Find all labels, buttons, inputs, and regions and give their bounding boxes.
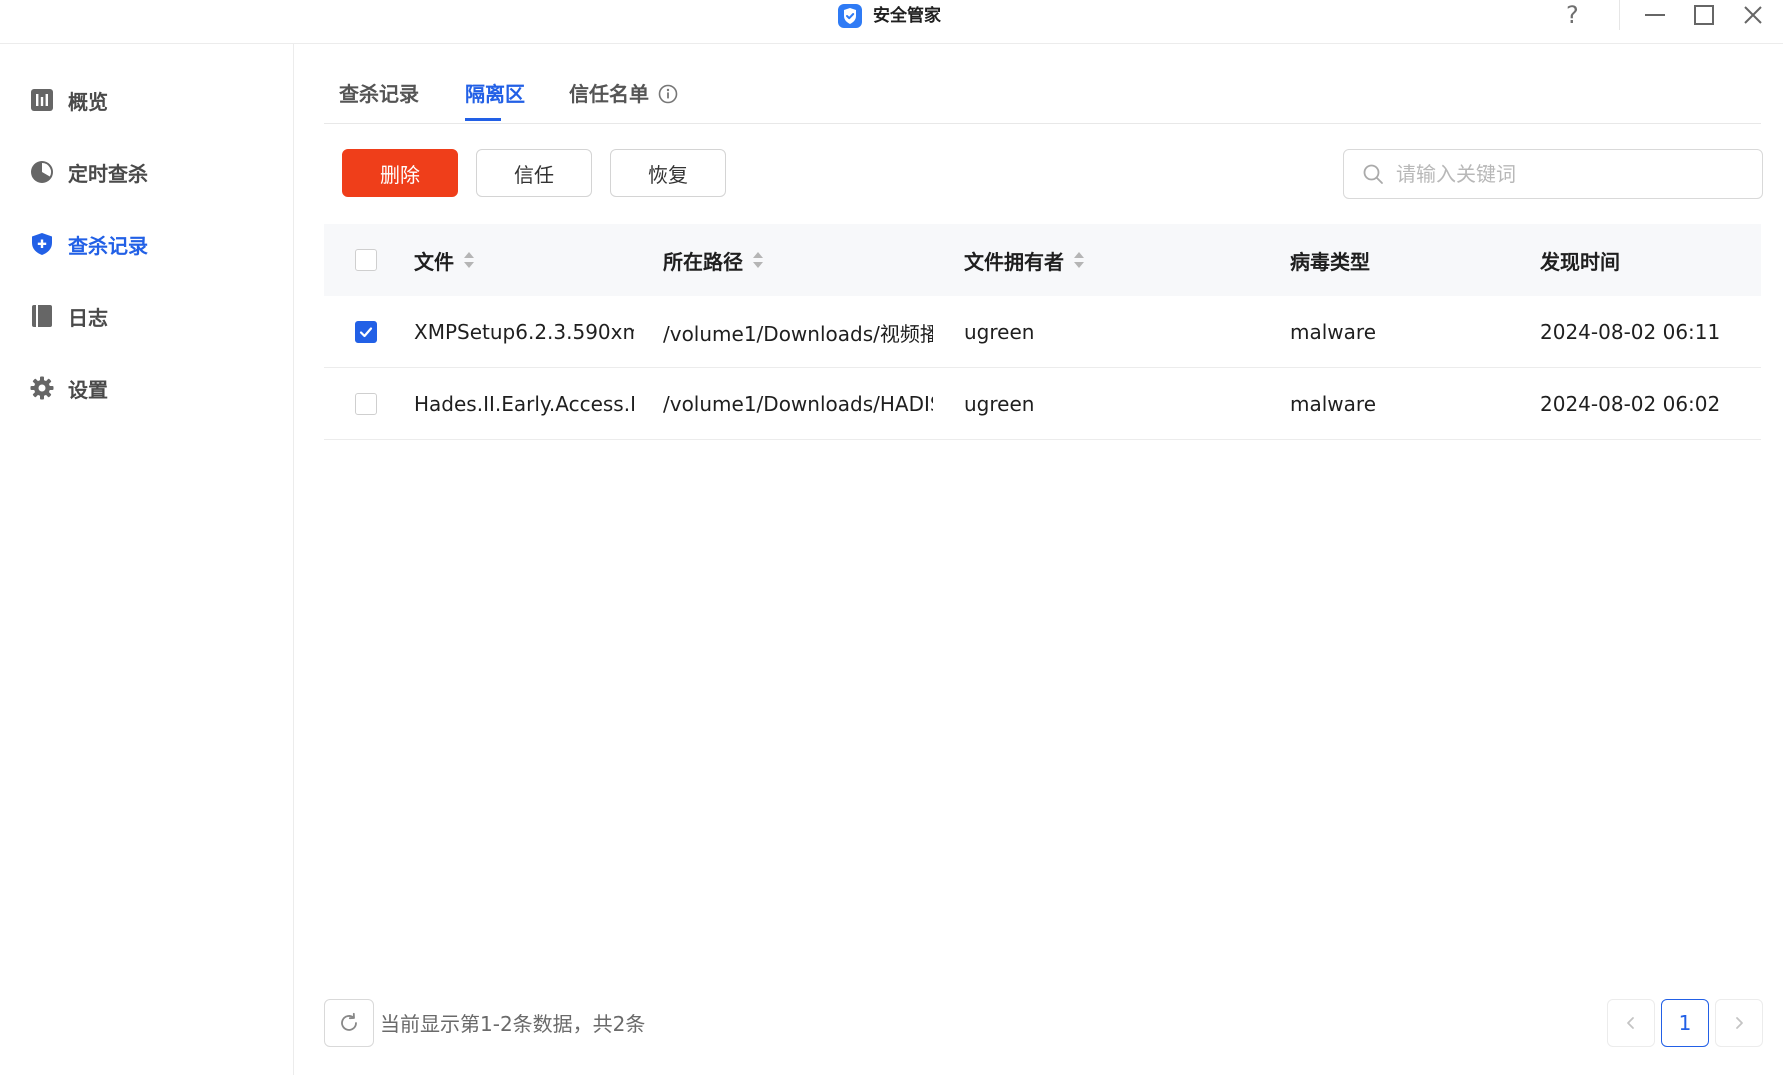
column-header-found-time: 发现时间: [1540, 249, 1620, 274]
sidebar-item-scan-records[interactable]: 查杀记录: [30, 228, 148, 260]
row-select-cell: [355, 296, 379, 368]
path-cell: /volume1/Downloads/HADIS/: [663, 392, 933, 416]
clock-pie-icon: [30, 160, 54, 184]
tab-scan-records[interactable]: 查杀记录: [339, 80, 419, 108]
virus-type-cell: malware: [1290, 320, 1376, 344]
owner-cell: ugreen: [964, 320, 1035, 344]
refresh-button[interactable]: [324, 999, 374, 1047]
book-icon: [30, 304, 54, 328]
chart-icon: [30, 88, 54, 112]
shield-plus-icon: [30, 232, 54, 256]
tab-trust-list[interactable]: 信任名单: [569, 80, 649, 108]
select-all-cell: [355, 224, 379, 296]
gear-icon: [30, 376, 54, 400]
virus-type-cell: malware: [1290, 392, 1376, 416]
info-icon[interactable]: [658, 84, 678, 104]
sidebar-item-label: 概览: [68, 89, 108, 114]
sort-icon[interactable]: [462, 249, 476, 271]
shield-check-logo-icon: [838, 4, 862, 28]
page-number-button[interactable]: 1: [1661, 999, 1709, 1047]
column-header-owner[interactable]: 文件拥有者: [964, 224, 1244, 296]
tab-quarantine[interactable]: 隔离区: [465, 80, 525, 108]
app-window: 安全管家 ? 概览 定时查杀 查杀记录 日志 设置 查杀记录 隔离区 信任名单 …: [0, 0, 1783, 1075]
sort-icon[interactable]: [1072, 249, 1086, 271]
chevron-left-icon: [1627, 1017, 1634, 1029]
sidebar-item-logs[interactable]: 日志: [30, 300, 108, 332]
sidebar-item-overview[interactable]: 概览: [30, 84, 108, 116]
window-title: 安全管家: [873, 6, 941, 26]
column-header-label: 文件: [414, 249, 454, 274]
sidebar-item-label: 查杀记录: [68, 233, 148, 258]
quarantine-table: 文件 所在路径 文件拥有者 病毒类型 发现时间 XMPSetup6.2.3.59…: [324, 224, 1761, 440]
help-icon[interactable]: ?: [1566, 0, 1579, 30]
column-header-path[interactable]: 所在路径: [663, 224, 933, 296]
file-cell: XMPSetup6.2.3.590xmp: [414, 320, 634, 344]
title-bar: 安全管家 ?: [0, 0, 1783, 44]
table-header: 文件 所在路径 文件拥有者 病毒类型 发现时间: [324, 224, 1761, 296]
select-all-checkbox[interactable]: [355, 249, 377, 271]
search-icon: [1362, 163, 1384, 185]
active-tab-indicator: [465, 118, 501, 121]
refresh-icon: [341, 1012, 357, 1031]
search-box: [1343, 149, 1763, 199]
chevron-right-icon: [1736, 1017, 1743, 1029]
sidebar-item-label: 日志: [68, 305, 108, 330]
sort-icon[interactable]: [751, 249, 765, 271]
owner-cell: ugreen: [964, 392, 1035, 416]
delete-button[interactable]: 删除: [342, 149, 458, 197]
titlebar-divider: [1619, 0, 1620, 30]
trust-button[interactable]: 信任: [476, 149, 592, 197]
sidebar: 概览 定时查杀 查杀记录 日志 设置: [0, 44, 294, 1075]
column-header-virus-type: 病毒类型: [1290, 249, 1370, 274]
found-time-cell: 2024-08-02 06:02: [1540, 392, 1721, 416]
row-checkbox[interactable]: [355, 393, 377, 415]
sidebar-item-scheduled-scan[interactable]: 定时查杀: [30, 156, 148, 188]
minimize-icon[interactable]: [1643, 3, 1667, 27]
row-select-cell: [355, 368, 379, 440]
close-icon[interactable]: [1741, 3, 1765, 27]
sidebar-item-label: 设置: [68, 377, 108, 402]
pagination-summary: 当前显示第1-2条数据，共2条: [380, 1012, 646, 1036]
maximize-icon[interactable]: [1692, 3, 1716, 27]
previous-page-button[interactable]: [1607, 999, 1655, 1047]
file-cell: Hades.II.Early.Access.F: [414, 392, 634, 416]
sidebar-item-settings[interactable]: 设置: [30, 372, 108, 404]
row-checkbox[interactable]: [355, 321, 377, 343]
column-header-label: 文件拥有者: [964, 249, 1064, 274]
path-cell: /volume1/Downloads/视频播放: [663, 321, 933, 346]
checkmark-icon: [359, 327, 373, 338]
column-header-label: 所在路径: [663, 249, 743, 274]
column-header-file[interactable]: 文件: [414, 224, 634, 296]
sidebar-item-label: 定时查杀: [68, 161, 148, 186]
table-row[interactable]: XMPSetup6.2.3.590xmp /volume1/Downloads/…: [324, 296, 1761, 368]
found-time-cell: 2024-08-02 06:11: [1540, 320, 1721, 344]
table-row[interactable]: Hades.II.Early.Access.F /volume1/Downloa…: [324, 368, 1761, 440]
next-page-button[interactable]: [1715, 999, 1763, 1047]
tab-bar: 查杀记录 隔离区 信任名单: [324, 44, 1761, 124]
search-input[interactable]: [1396, 162, 1736, 186]
restore-button[interactable]: 恢复: [610, 149, 726, 197]
